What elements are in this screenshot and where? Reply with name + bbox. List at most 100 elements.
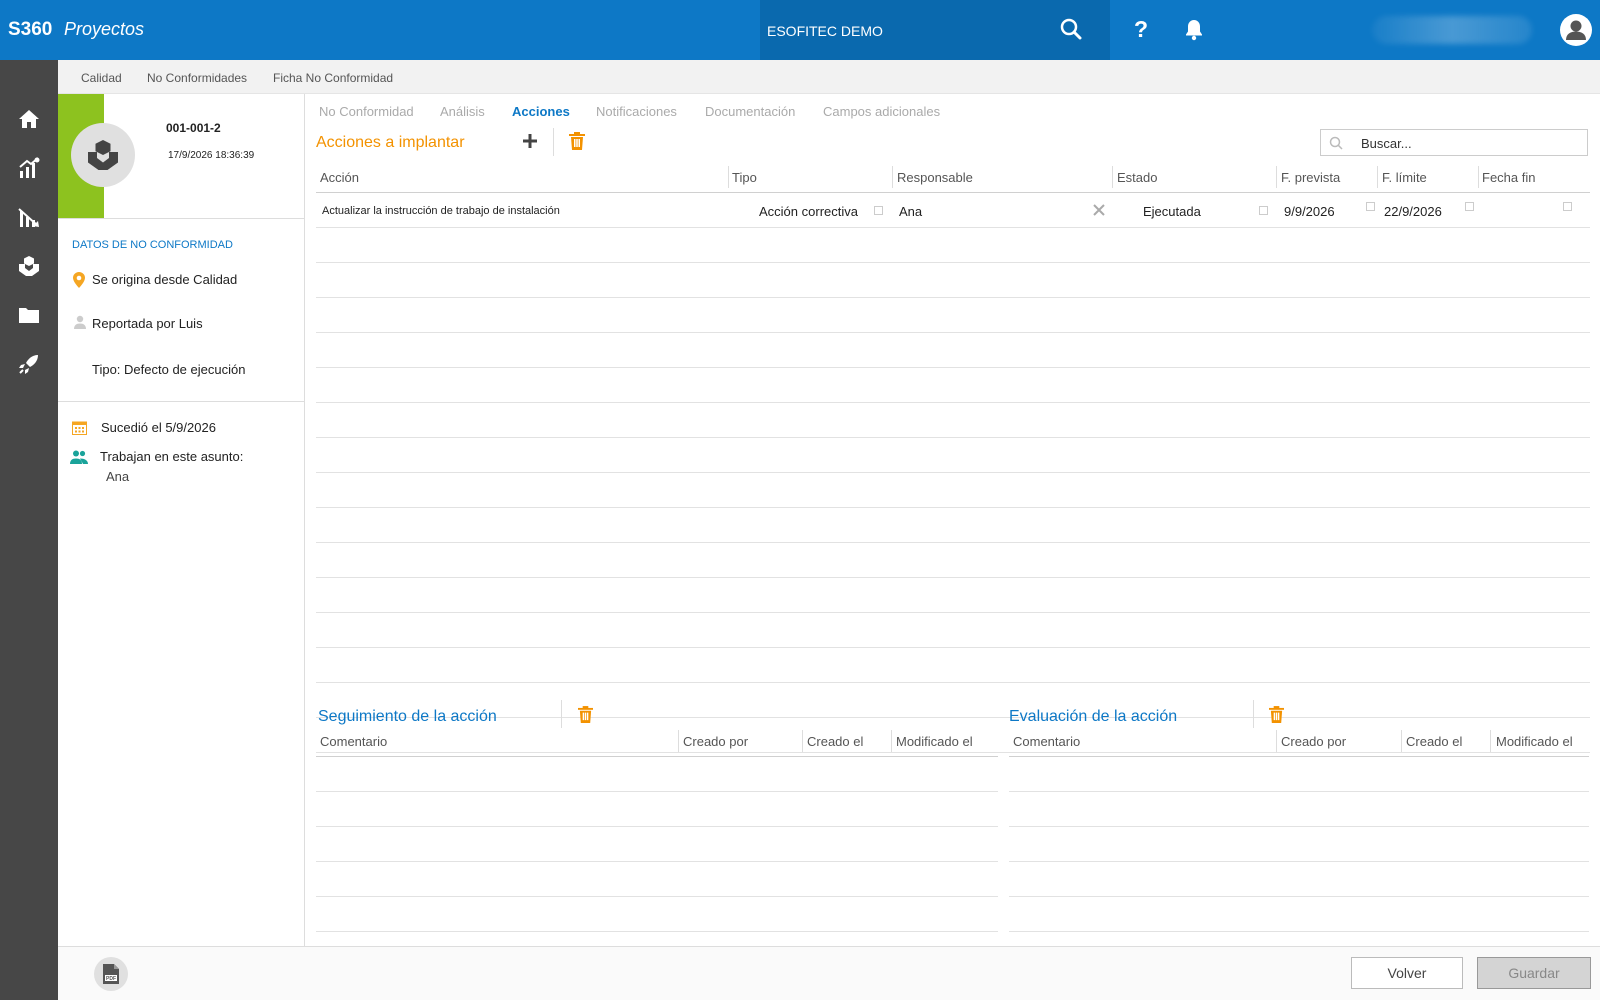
section-title: DATOS DE NO CONFORMIDAD bbox=[72, 239, 233, 251]
toolbar-separator bbox=[561, 700, 562, 728]
stats-icon[interactable] bbox=[17, 156, 41, 180]
breadcrumb-calidad[interactable]: Calidad bbox=[81, 71, 122, 85]
clear-icon[interactable] bbox=[1093, 204, 1105, 216]
folder-icon[interactable] bbox=[17, 303, 41, 327]
followup-col-creado-por[interactable]: Creado por bbox=[683, 734, 748, 749]
col-f-prevista[interactable]: F. prevista bbox=[1281, 170, 1340, 185]
row-line bbox=[1009, 861, 1589, 862]
col-estado[interactable]: Estado bbox=[1117, 170, 1157, 185]
record-code: 001-001-2 bbox=[166, 121, 221, 135]
col-separator bbox=[1377, 166, 1378, 188]
row-line bbox=[1009, 896, 1589, 897]
row-line bbox=[316, 752, 1590, 753]
user-name-blurred[interactable] bbox=[1372, 16, 1532, 44]
col-separator bbox=[1276, 730, 1277, 752]
col-separator bbox=[1478, 166, 1479, 188]
bell-icon[interactable] bbox=[1184, 19, 1204, 41]
divider bbox=[58, 218, 305, 219]
row-line bbox=[1009, 826, 1589, 827]
col-separator bbox=[1401, 730, 1402, 752]
tab-notificaciones[interactable]: Notificaciones bbox=[596, 104, 677, 119]
toolbar-separator bbox=[553, 128, 554, 156]
divider bbox=[58, 401, 305, 402]
main-content: No Conformidad Análisis Acciones Notific… bbox=[306, 94, 1600, 946]
col-fecha-fin[interactable]: Fecha fin bbox=[1482, 170, 1535, 185]
breadcrumb-no-conformidades[interactable]: No Conformidades bbox=[147, 71, 247, 85]
top-bar: S360 Proyectos ESOFITEC DEMO ? bbox=[0, 0, 1600, 60]
row-line bbox=[316, 682, 1590, 683]
quality-icon[interactable] bbox=[17, 254, 41, 278]
col-separator bbox=[1490, 730, 1491, 752]
pdf-icon: PDF bbox=[103, 964, 119, 984]
save-button[interactable]: Guardar bbox=[1477, 957, 1591, 989]
followup-col-comentario[interactable]: Comentario bbox=[320, 734, 387, 749]
col-separator bbox=[891, 730, 892, 752]
header-line bbox=[316, 756, 998, 757]
followup-col-creado-el[interactable]: Creado el bbox=[807, 734, 863, 749]
calendar-icon bbox=[72, 421, 87, 435]
search-icon[interactable] bbox=[1060, 18, 1082, 40]
col-accion[interactable]: Acción bbox=[320, 170, 359, 185]
header-line bbox=[316, 192, 1590, 193]
row-tipo[interactable]: Acción correctiva bbox=[759, 204, 858, 219]
happened-date: Sucedió el 5/9/2026 bbox=[101, 420, 216, 435]
user-icon bbox=[1566, 20, 1586, 40]
col-f-limite[interactable]: F. límite bbox=[1382, 170, 1427, 185]
evaluation-col-creado-por[interactable]: Creado por bbox=[1281, 734, 1346, 749]
pdf-export-button[interactable]: PDF bbox=[94, 957, 128, 991]
tab-no-conformidad[interactable]: No Conformidad bbox=[319, 104, 414, 119]
delete-icon[interactable] bbox=[1269, 706, 1284, 723]
calendar-picker-icon[interactable] bbox=[1563, 202, 1572, 211]
calendar-picker-icon[interactable] bbox=[1465, 202, 1474, 211]
calendar-picker-icon[interactable] bbox=[1366, 202, 1375, 211]
actions-search[interactable] bbox=[1320, 129, 1588, 156]
row-estado[interactable]: Ejecutada bbox=[1143, 204, 1201, 219]
evaluation-col-comentario[interactable]: Comentario bbox=[1013, 734, 1080, 749]
working-person[interactable]: Ana bbox=[106, 469, 129, 484]
row-line bbox=[1009, 791, 1589, 792]
row-f-limite[interactable]: 22/9/2026 bbox=[1384, 204, 1442, 219]
brand-logo[interactable]: S360 bbox=[8, 19, 52, 41]
tab-documentacion[interactable]: Documentación bbox=[705, 104, 795, 119]
col-responsable[interactable]: Responsable bbox=[897, 170, 973, 185]
estado-dropdown-icon[interactable] bbox=[1259, 206, 1268, 215]
evaluation-title: Evaluación de la acción bbox=[1009, 708, 1178, 725]
row-accion[interactable]: Actualizar la instrucción de trabajo de … bbox=[322, 205, 560, 217]
followup-col-modificado-el[interactable]: Modificado el bbox=[896, 734, 973, 749]
breadcrumb-ficha: Ficha No Conformidad bbox=[273, 71, 394, 85]
home-icon[interactable] bbox=[17, 107, 41, 131]
nc-type: Tipo: Defecto de ejecución bbox=[92, 362, 246, 377]
row-line bbox=[316, 507, 1590, 508]
toolbar-separator bbox=[1253, 700, 1254, 728]
col-tipo[interactable]: Tipo bbox=[732, 170, 757, 185]
user-avatar[interactable] bbox=[1560, 14, 1592, 46]
tab-acciones[interactable]: Acciones bbox=[512, 104, 570, 119]
tab-campos-adicionales[interactable]: Campos adicionales bbox=[823, 104, 940, 119]
row-f-prevista[interactable]: 9/9/2026 bbox=[1284, 204, 1335, 219]
row-line bbox=[316, 577, 1590, 578]
left-navigation bbox=[0, 60, 58, 1000]
evaluation-col-modificado-el[interactable]: Modificado el bbox=[1496, 734, 1573, 749]
tab-analisis[interactable]: Análisis bbox=[440, 104, 485, 119]
row-responsable[interactable]: Ana bbox=[899, 204, 922, 219]
company-selector[interactable]: ESOFITEC DEMO bbox=[760, 0, 1110, 60]
quality-hands-icon bbox=[88, 140, 118, 170]
record-icon-circle bbox=[71, 123, 135, 187]
row-line bbox=[316, 861, 998, 862]
reported-by: Reportada por Luis bbox=[92, 316, 203, 331]
analytics-icon[interactable] bbox=[17, 205, 41, 229]
row-line bbox=[316, 402, 1590, 403]
row-line bbox=[316, 717, 1590, 718]
help-icon[interactable]: ? bbox=[1134, 16, 1148, 43]
back-button[interactable]: Volver bbox=[1351, 957, 1463, 989]
evaluation-col-creado-el[interactable]: Creado el bbox=[1406, 734, 1462, 749]
tipo-dropdown-icon[interactable] bbox=[874, 206, 883, 215]
actions-title: Acciones a implantar bbox=[316, 134, 465, 151]
team-icon bbox=[70, 450, 88, 464]
delete-icon[interactable] bbox=[578, 706, 593, 723]
rocket-icon[interactable] bbox=[17, 352, 41, 376]
search-input[interactable] bbox=[1361, 134, 1581, 152]
delete-icon[interactable] bbox=[569, 132, 585, 150]
add-icon[interactable] bbox=[523, 134, 537, 148]
col-separator bbox=[802, 730, 803, 752]
